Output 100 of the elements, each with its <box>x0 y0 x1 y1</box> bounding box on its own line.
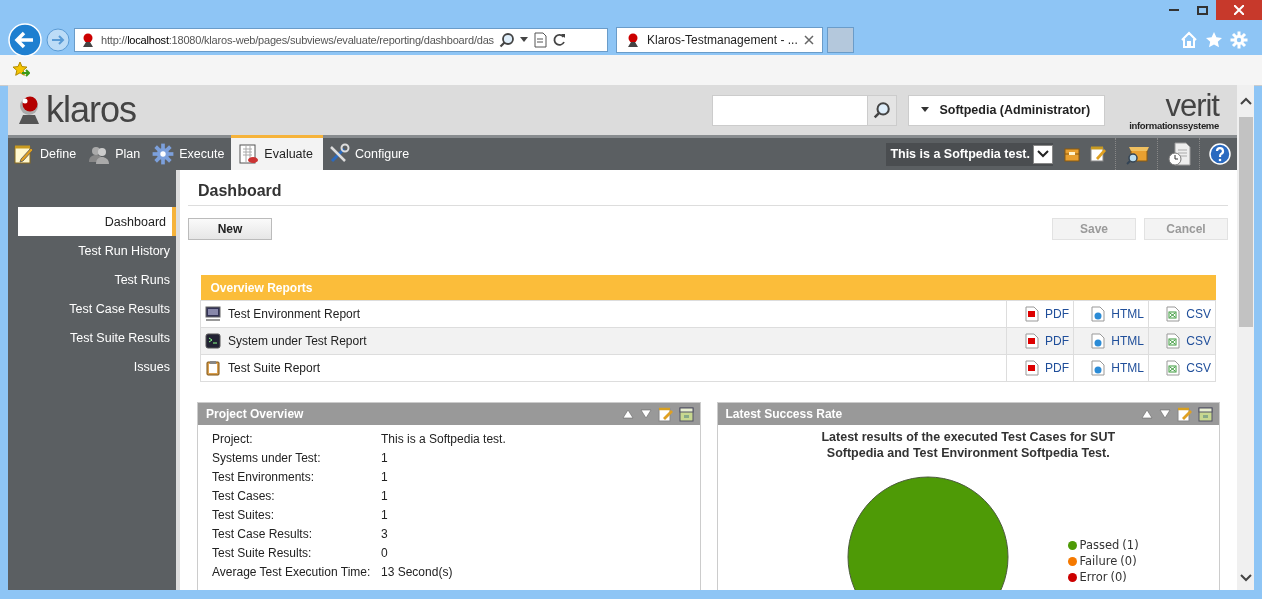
close-icon[interactable] <box>803 35 814 45</box>
move-up-icon[interactable] <box>1141 409 1153 419</box>
legend-count: (0) <box>1110 570 1127 584</box>
address-bar[interactable]: http://localhost:18080/klaros-web/pages/subviews/evaluate/reporting/dashboard/das <box>74 28 608 52</box>
terminal-icon <box>205 333 221 349</box>
notepad-edit-icon[interactable] <box>1089 145 1107 163</box>
archive-icon[interactable] <box>678 406 694 422</box>
user-menu-button[interactable]: Softpedia (Administrator) <box>908 94 1106 126</box>
legend-count: (1) <box>1122 538 1139 552</box>
field-label: Systems under Test: <box>212 450 322 467</box>
logo-icon <box>16 94 42 126</box>
caret-icon <box>921 107 930 113</box>
field-label: Test Cases: <box>212 488 276 505</box>
report-icon <box>237 143 260 165</box>
minimize-icon <box>1169 9 1179 11</box>
field-label: Test Suites: <box>212 507 276 524</box>
legend-count: (0) <box>1120 554 1137 568</box>
sidebar-item[interactable]: Test Run History <box>18 236 176 265</box>
report-name: Test Suite Report <box>228 361 321 375</box>
panel-title: Latest Success Rate <box>725 407 844 421</box>
new-button[interactable]: New <box>188 218 272 240</box>
move-down-icon[interactable] <box>639 409 652 419</box>
field-label: Test Environments: <box>212 469 316 486</box>
clipboard-icon <box>205 360 221 376</box>
html-file-icon <box>1091 306 1106 322</box>
sidebar-item[interactable]: Test Runs <box>18 265 176 294</box>
sidebar-item[interactable]: Issues <box>18 352 176 381</box>
field-value: 1 <box>381 507 389 524</box>
compatibility-icon[interactable] <box>532 32 547 48</box>
partner-logo-tagline: informationssysteme <box>1129 120 1219 131</box>
search-button[interactable] <box>867 95 897 125</box>
tools-icon <box>328 143 350 165</box>
field-value: 1 <box>381 488 389 505</box>
scroll-down-icon[interactable] <box>1239 574 1252 582</box>
search-icon[interactable] <box>873 101 892 119</box>
nav-tab[interactable]: Configure <box>323 138 417 170</box>
field-label: Average Test Execution Time: <box>212 564 372 581</box>
pdf-file-icon <box>1025 306 1039 322</box>
project-select[interactable]: This is a Softpedia test. <box>886 142 1053 166</box>
close-window-button[interactable] <box>1216 0 1262 20</box>
browser-tab[interactable]: Klaros-Testmanagement - ... <box>616 27 823 53</box>
pdf-file-icon <box>1025 333 1039 349</box>
chart-title: Latest results of the executed Test Cases for SUT Softpedia and Test Environment Softpedia Test. <box>820 429 1117 461</box>
html-file-icon <box>1091 360 1106 376</box>
maximize-icon <box>1196 5 1208 15</box>
spreadsheet-file-icon <box>1166 306 1181 322</box>
field-label: Test Case Results: <box>212 526 314 543</box>
help-icon[interactable] <box>1209 143 1231 165</box>
spreadsheet-file-icon <box>1166 360 1181 376</box>
field-value: This is a Softpedia test. <box>381 431 507 448</box>
field-value: 1 <box>381 450 389 467</box>
sidebar-item[interactable]: Test Case Results <box>18 294 176 323</box>
sidebar-item[interactable]: Dashboard <box>18 207 176 236</box>
edit-icon[interactable] <box>657 406 673 422</box>
gear-icon[interactable] <box>152 143 175 165</box>
html-file-icon <box>1091 333 1106 349</box>
nav-tab[interactable]: Plan <box>83 138 148 170</box>
sidebar-item[interactable]: Test Suite Results <box>18 323 176 352</box>
pdf-file-icon <box>1025 360 1039 376</box>
field-value: 0 <box>381 545 389 562</box>
field-value: 3 <box>381 526 389 543</box>
page-title: Dashboard <box>188 182 1228 206</box>
legend-label: Failure <box>1079 554 1118 568</box>
field-value: 1 <box>381 469 389 486</box>
box-icon[interactable] <box>1063 145 1081 163</box>
close-icon <box>1234 5 1244 15</box>
scroll-up-icon[interactable] <box>1239 97 1252 105</box>
legend-label: Error <box>1079 570 1108 584</box>
report-name: Test Environment Report <box>228 307 361 321</box>
move-up-icon[interactable] <box>621 409 634 419</box>
star-icon[interactable] <box>1205 31 1223 49</box>
scrollbar-thumb[interactable] <box>1238 117 1253 327</box>
edit-icon[interactable] <box>1177 406 1192 422</box>
search-field[interactable] <box>712 94 898 126</box>
nav-tab[interactable]: Define <box>8 138 84 170</box>
refresh-icon[interactable] <box>551 33 566 47</box>
legend-label: Passed <box>1079 538 1120 552</box>
report-name: System under Test Report <box>228 334 367 348</box>
partner-logo-text: verit <box>1165 89 1219 121</box>
field-label: Test Suite Results: <box>212 545 313 562</box>
nav-tab[interactable]: Execute <box>147 138 232 170</box>
monitor-icon <box>205 306 221 322</box>
document-clock-icon[interactable] <box>1167 142 1191 166</box>
table-header: Overview Reports <box>200 275 1216 301</box>
favicon <box>625 32 641 48</box>
add-favorite-icon[interactable] <box>12 61 30 79</box>
field-value: 13 Second(s) <box>381 564 454 581</box>
caret-icon <box>519 37 528 43</box>
search-icon[interactable] <box>498 32 515 48</box>
nav-tab[interactable]: Evaluate <box>231 135 323 170</box>
panel-title: Project Overview <box>206 407 305 421</box>
chevron-icon <box>1037 150 1049 158</box>
favicon <box>80 32 96 48</box>
field-label: Project: <box>212 431 254 448</box>
move-down-icon[interactable] <box>1159 409 1171 419</box>
notepad-pencil-icon <box>13 143 35 165</box>
archive-icon[interactable] <box>1198 406 1213 422</box>
spreadsheet-file-icon <box>1166 333 1181 349</box>
logo-text: klaros <box>46 92 137 128</box>
back-icon[interactable] <box>8 23 42 57</box>
